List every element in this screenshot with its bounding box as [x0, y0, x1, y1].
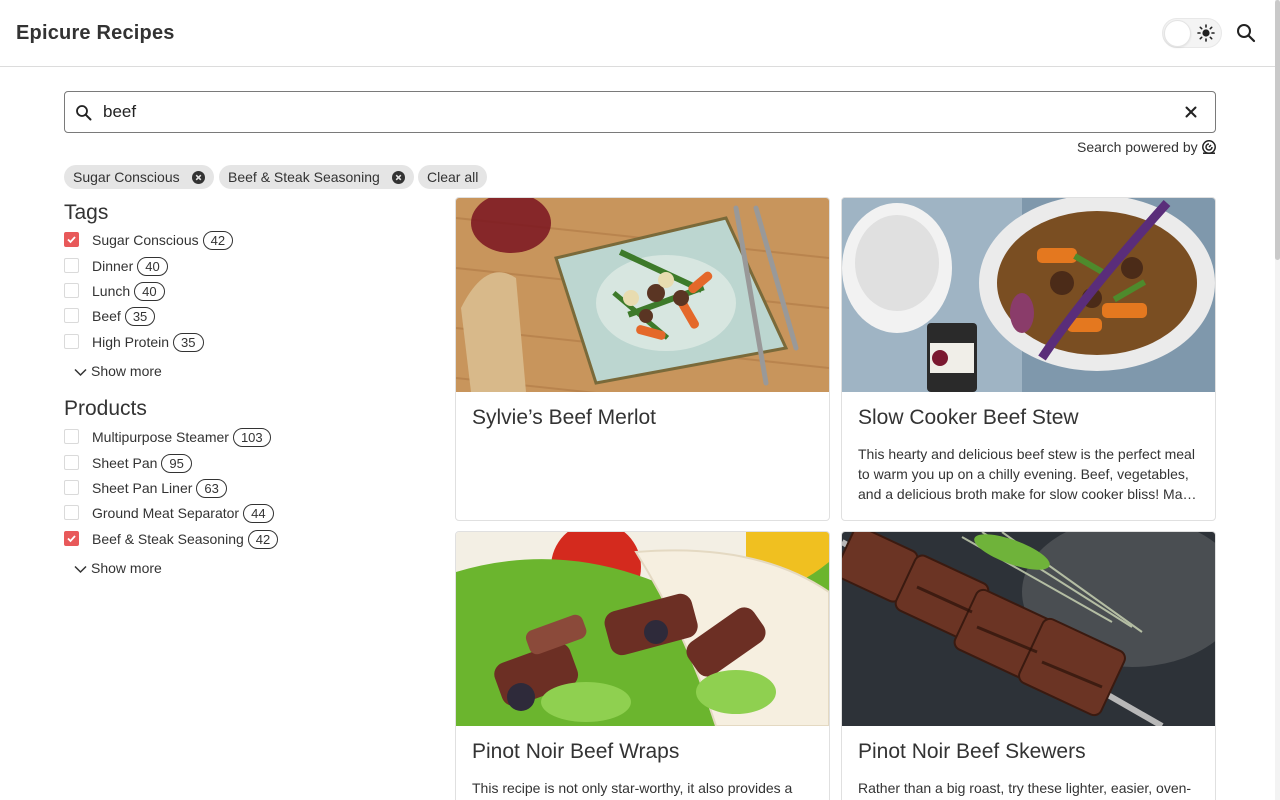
- theme-toggle[interactable]: [1162, 18, 1222, 48]
- facet-count: 42: [202, 231, 234, 250]
- toggle-knob: [1164, 20, 1191, 47]
- checkbox[interactable]: [64, 232, 79, 247]
- checkbox[interactable]: [64, 258, 79, 273]
- facet-label: Multipurpose Steamer: [92, 429, 229, 445]
- facet-label: Sugar Conscious: [92, 232, 199, 248]
- facet-label: Sheet Pan: [92, 455, 158, 471]
- algolia-logo-icon[interactable]: [1201, 139, 1217, 155]
- facet-count: 103: [232, 428, 271, 447]
- clear-all-button[interactable]: Clear all: [418, 165, 488, 189]
- recipe-title[interactable]: Pinot Noir Beef Skewers: [858, 740, 1086, 764]
- search-box[interactable]: [64, 91, 1216, 133]
- app-header: Epicure Recipes: [0, 0, 1280, 67]
- facet-label: Beef & Steak Seasoning: [92, 531, 244, 547]
- products-facet-title: Products: [64, 397, 147, 420]
- recipe-image[interactable]: [456, 198, 829, 392]
- recipe-description: Rather than a big roast, try these light…: [858, 780, 1192, 796]
- recipe-image[interactable]: [842, 532, 1215, 726]
- recipe-description: This recipe is not only star-worthy, it …: [472, 780, 793, 796]
- checkbox[interactable]: [64, 334, 79, 349]
- recipe-title[interactable]: Slow Cooker Beef Stew: [858, 406, 1079, 430]
- recipe-description: This hearty and delicious beef stew is t…: [858, 446, 1197, 502]
- checkbox[interactable]: [64, 531, 79, 546]
- facet-count: 40: [137, 257, 168, 276]
- facet-count: 42: [247, 530, 279, 549]
- search-input[interactable]: [103, 100, 1163, 124]
- chevron-down-icon: [74, 565, 87, 574]
- close-icon[interactable]: [1183, 104, 1199, 120]
- page-scrollbar[interactable]: [1275, 0, 1280, 800]
- facet-label: High Protein: [92, 334, 170, 350]
- facet-label: Beef: [92, 308, 121, 324]
- facet-label: Sheet Pan Liner: [92, 480, 193, 496]
- recipe-card[interactable]: Sylvie’s Beef Merlot: [455, 197, 830, 521]
- facet-count: 35: [173, 333, 204, 352]
- facet-count: 63: [196, 479, 227, 498]
- sun-icon: [1197, 24, 1215, 42]
- checkbox[interactable]: [64, 505, 79, 520]
- recipe-card[interactable]: Slow Cooker Beef Stew This hearty and de…: [841, 197, 1216, 521]
- checkbox[interactable]: [64, 455, 79, 470]
- facet-count: 44: [243, 504, 274, 523]
- chip-label: Beef & Steak Seasoning: [228, 169, 380, 185]
- tags-show-more-button[interactable]: Show more: [74, 363, 162, 379]
- facet-count: 40: [134, 282, 165, 301]
- recipe-card[interactable]: Pinot Noir Beef Skewers Rather than a bi…: [841, 531, 1216, 800]
- chip-label: Sugar Conscious: [73, 169, 180, 185]
- facet-count: 95: [161, 454, 192, 473]
- recipe-image[interactable]: [842, 198, 1215, 392]
- chip-sugar-conscious: Sugar Conscious: [64, 165, 214, 189]
- checkbox[interactable]: [64, 429, 79, 444]
- scrollbar-thumb[interactable]: [1275, 0, 1280, 260]
- show-more-label: Show more: [91, 363, 162, 379]
- facet-label: Ground Meat Separator: [92, 505, 240, 521]
- products-show-more-button[interactable]: Show more: [74, 560, 162, 576]
- show-more-label: Show more: [91, 560, 162, 576]
- recipe-card[interactable]: Pinot Noir Beef Wraps This recipe is not…: [455, 531, 830, 800]
- recipe-title[interactable]: Sylvie’s Beef Merlot: [472, 406, 656, 430]
- powered-by-text: Search powered by: [1077, 139, 1198, 155]
- remove-icon[interactable]: [191, 171, 205, 184]
- checkbox[interactable]: [64, 308, 79, 323]
- app-title[interactable]: Epicure Recipes: [16, 22, 175, 45]
- facet-label: Lunch: [92, 283, 131, 299]
- remove-icon[interactable]: [391, 171, 405, 184]
- chevron-down-icon: [74, 368, 87, 377]
- checkbox[interactable]: [64, 283, 79, 298]
- recipe-title[interactable]: Pinot Noir Beef Wraps: [472, 740, 679, 764]
- chip-beef-steak-seasoning: Beef & Steak Seasoning: [219, 165, 414, 189]
- search-icon[interactable]: [1236, 23, 1256, 43]
- search-icon: [76, 105, 92, 121]
- facet-label: Dinner: [92, 258, 134, 274]
- tags-facet-title: Tags: [64, 201, 109, 224]
- recipe-image[interactable]: [456, 532, 829, 726]
- checkbox[interactable]: [64, 480, 79, 495]
- facet-count: 35: [124, 307, 156, 326]
